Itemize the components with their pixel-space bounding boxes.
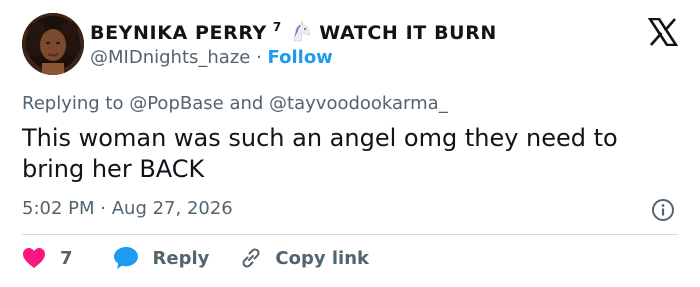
reply-context-conjunction: and: [229, 93, 264, 114]
timestamp-separator: ·: [100, 198, 106, 219]
tweet-date: Aug 27, 2026: [111, 198, 233, 219]
avatar[interactable]: [22, 13, 84, 75]
avatar-image: [22, 13, 84, 75]
reply-label: Reply: [152, 247, 210, 269]
author-display-name[interactable]: BEYNIKA PERRY: [90, 22, 267, 44]
author-name-row: BEYNIKA PERRY 7 WATCH IT BURN: [90, 19, 497, 47]
mention-link-popbase[interactable]: @PopBase: [129, 93, 223, 114]
tweet-text: This woman was such an angel omg they ne…: [22, 123, 682, 185]
handle-separator: ·: [256, 47, 262, 68]
author-display-name-suffix[interactable]: WATCH IT BURN: [319, 22, 497, 44]
copy-link-label: Copy link: [275, 247, 369, 269]
tweet-text-line-1: This woman was such an angel omg they ne…: [22, 124, 618, 152]
heart-icon: [22, 247, 46, 269]
reply-button[interactable]: Reply: [113, 246, 210, 270]
tweet-time: 5:02 PM: [22, 198, 95, 219]
unicorn-icon: [285, 19, 319, 47]
copy-link-button[interactable]: Copy link: [239, 246, 369, 270]
action-bar: 7 Reply Copy link: [22, 246, 369, 270]
divider: [22, 234, 678, 235]
x-logo-icon[interactable]: [647, 17, 679, 47]
info-icon[interactable]: [651, 198, 675, 222]
mention-link-tayvoodookarma[interactable]: @tayvoodookarma_: [269, 93, 448, 114]
like-count: 7: [60, 247, 73, 269]
author-handle[interactable]: @MIDnights_haze: [90, 47, 250, 68]
author-name-superscript: 7: [272, 20, 282, 34]
link-icon: [239, 246, 263, 270]
like-button[interactable]: 7: [22, 247, 73, 269]
reply-bubble-icon: [113, 246, 139, 270]
reply-context-prefix: Replying to: [22, 93, 124, 114]
tweet-timestamp[interactable]: 5:02 PM · Aug 27, 2026: [22, 198, 233, 219]
reply-context: Replying to @PopBase and @tayvoodookarma…: [22, 93, 448, 114]
author-handle-row: @MIDnights_haze · Follow: [90, 47, 333, 68]
follow-button[interactable]: Follow: [268, 47, 333, 68]
tweet-text-line-2: bring her BACK: [22, 155, 205, 183]
